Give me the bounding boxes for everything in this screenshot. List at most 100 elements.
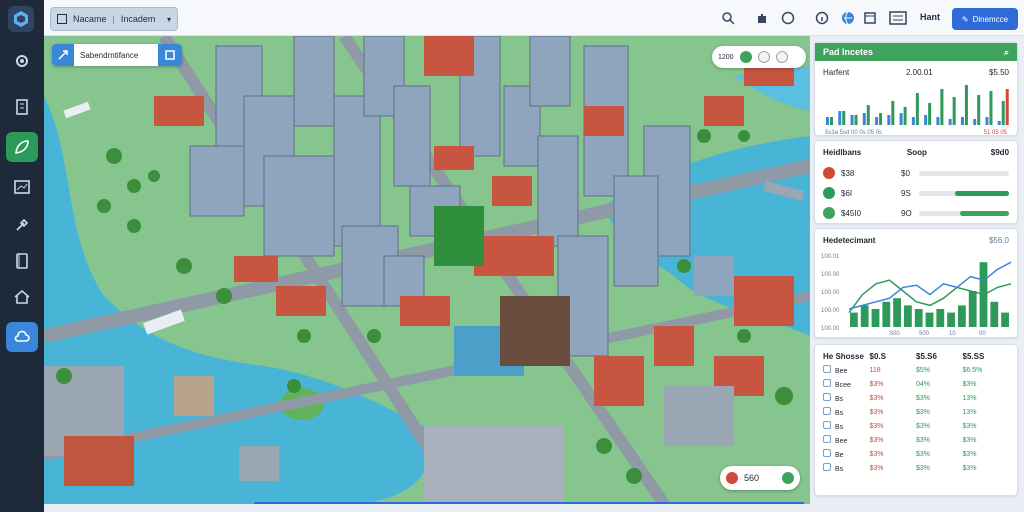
table-row[interactable]: Bs $3% $3% $3% (815, 419, 1017, 433)
sidebar-tools-button[interactable] (6, 210, 38, 240)
search-icon[interactable] (720, 10, 736, 26)
finance-bar-blue (838, 111, 842, 125)
table-row[interactable]: Be $3% $3% $3% (815, 447, 1017, 461)
row-checkbox-icon[interactable] (823, 435, 831, 443)
sidebar-cloud-button[interactable] (6, 322, 38, 352)
finance-bar-blue (850, 115, 854, 125)
finance-bar-blue (862, 113, 866, 125)
sidebar-book-button[interactable] (6, 246, 38, 276)
row-checkbox-icon[interactable] (823, 463, 831, 471)
row-checkbox-icon[interactable] (823, 407, 831, 415)
resource-row[interactable]: $45I0 9O (823, 203, 1009, 223)
finance-bar-green (940, 89, 944, 125)
resource-bar (919, 170, 1009, 176)
app-logo-icon[interactable] (8, 6, 34, 32)
map-mode-icon[interactable] (52, 44, 74, 66)
compass-icon[interactable] (775, 51, 788, 63)
map-controls-value: 1200 (718, 53, 734, 61)
table-cell-value: $3% (916, 394, 931, 402)
map-search-box[interactable]: Sabendrntifance (52, 44, 182, 66)
finance-bar-green (915, 93, 919, 125)
stats-bar (1001, 312, 1009, 327)
resources-title-2: Soop (906, 147, 927, 157)
resource-value: $0 (901, 168, 910, 178)
table-row[interactable]: Bee $3% $3% $3% (815, 433, 1017, 447)
finance-bar-green (866, 105, 870, 125)
tab-incadem[interactable]: Incadem (121, 14, 156, 24)
city-map-view[interactable]: Sabendrntifance 1200 560 (44, 36, 810, 504)
map-scrollbar[interactable] (254, 502, 804, 504)
finance-bar-green (842, 111, 846, 125)
primary-action-button[interactable]: ✎ Dinemcce (952, 8, 1018, 30)
finance-panel-title: Pad Incetes (823, 47, 874, 57)
finance-bar-blue (973, 119, 977, 125)
table-cell-value: $3% (869, 422, 884, 430)
search-icon[interactable]: ⌕ (1004, 47, 1009, 58)
layout-icon[interactable] (888, 10, 908, 26)
pin-icon[interactable] (757, 51, 770, 63)
sidebar-environment-button[interactable] (6, 132, 38, 162)
book-icon (16, 253, 28, 269)
money-value: 560 (744, 473, 760, 483)
table-row[interactable]: Bs $3% $3% $3% (815, 461, 1017, 475)
sidebar-building-button[interactable] (6, 92, 38, 122)
finance-bar-blue (887, 115, 891, 125)
info-icon[interactable] (814, 10, 830, 26)
window-icon[interactable] (862, 10, 878, 26)
table-cell-value: $3% (962, 422, 977, 430)
resource-label: $6I (841, 188, 853, 198)
stats-y-tick-label: 100.00 (821, 290, 840, 296)
globe-icon[interactable] (840, 10, 856, 26)
resource-label: $38 (841, 168, 855, 178)
row-checkbox-icon[interactable] (823, 449, 831, 457)
table-cell-value: $6.5% (962, 366, 983, 374)
tab-nacame[interactable]: Nacame (73, 14, 107, 24)
stats-bar (871, 309, 880, 327)
stats-x-tick-label: 00 (979, 331, 986, 335)
row-checkbox-icon[interactable] (823, 393, 831, 401)
table-row[interactable]: Bee 118 $5% $6.5% (815, 363, 1017, 377)
building-icon (16, 99, 28, 115)
row-checkbox-icon[interactable] (823, 365, 831, 373)
table-row[interactable]: Bs $3% $3% 13% (815, 405, 1017, 419)
finance-bar-blue (948, 119, 952, 125)
user-label[interactable]: Hant (920, 12, 940, 22)
stats-bar (947, 312, 955, 327)
money-chip[interactable]: 560 (720, 466, 800, 490)
stats-bar (914, 309, 923, 327)
map-search-text[interactable]: Sabendrntifance (74, 51, 158, 60)
table-cell-value: $3% (869, 450, 884, 458)
coin-icon (823, 207, 835, 219)
top-bar: Nacame | Incadem ▾ Hant ✎ Dinemcce (44, 0, 1024, 36)
stats-bar (925, 312, 934, 327)
row-checkbox-icon[interactable] (823, 421, 831, 429)
edit-icon: ✎ (961, 14, 969, 24)
table-cell-value: $3% (869, 394, 884, 402)
table-cell-value: $5% (916, 366, 931, 374)
puzzle-icon[interactable] (754, 10, 770, 26)
sidebar-home-button[interactable] (6, 282, 38, 312)
row-checkbox-icon[interactable] (823, 379, 831, 387)
tab-selector[interactable]: Nacame | Incadem ▾ (50, 7, 178, 31)
resource-bar (919, 190, 1009, 196)
finance-bar-blue (826, 117, 829, 125)
sidebar-settings-button[interactable] (6, 46, 38, 76)
stats-panel: Hedetecimant $56.0 100.01 100.00 100.00 100… (814, 228, 1018, 338)
finance-bar-green (879, 113, 883, 125)
table-cell-name: Bs (823, 421, 870, 431)
finance-value-1: 2.00.01 (905, 67, 933, 77)
circle-icon[interactable] (780, 10, 796, 26)
table-row[interactable]: Bs $3% $3% 13% (815, 391, 1017, 405)
add-money-icon[interactable] (782, 472, 794, 484)
table-row[interactable]: Bcee $3% 04% $3% (815, 377, 1017, 391)
resource-value: 9O (901, 208, 912, 218)
table-title: He Shosse (823, 351, 864, 361)
table-cell-value: $3% (869, 464, 884, 472)
table-cell-label: Bs (835, 396, 844, 403)
map-layers-icon[interactable] (158, 44, 182, 66)
resource-row[interactable]: $38 $0 (823, 163, 1009, 183)
sidebar-chart-button[interactable] (6, 172, 38, 202)
resource-row[interactable]: $6I 9S (823, 183, 1009, 203)
status-dot-icon[interactable] (739, 51, 752, 63)
finance-bar-blue (985, 117, 989, 125)
